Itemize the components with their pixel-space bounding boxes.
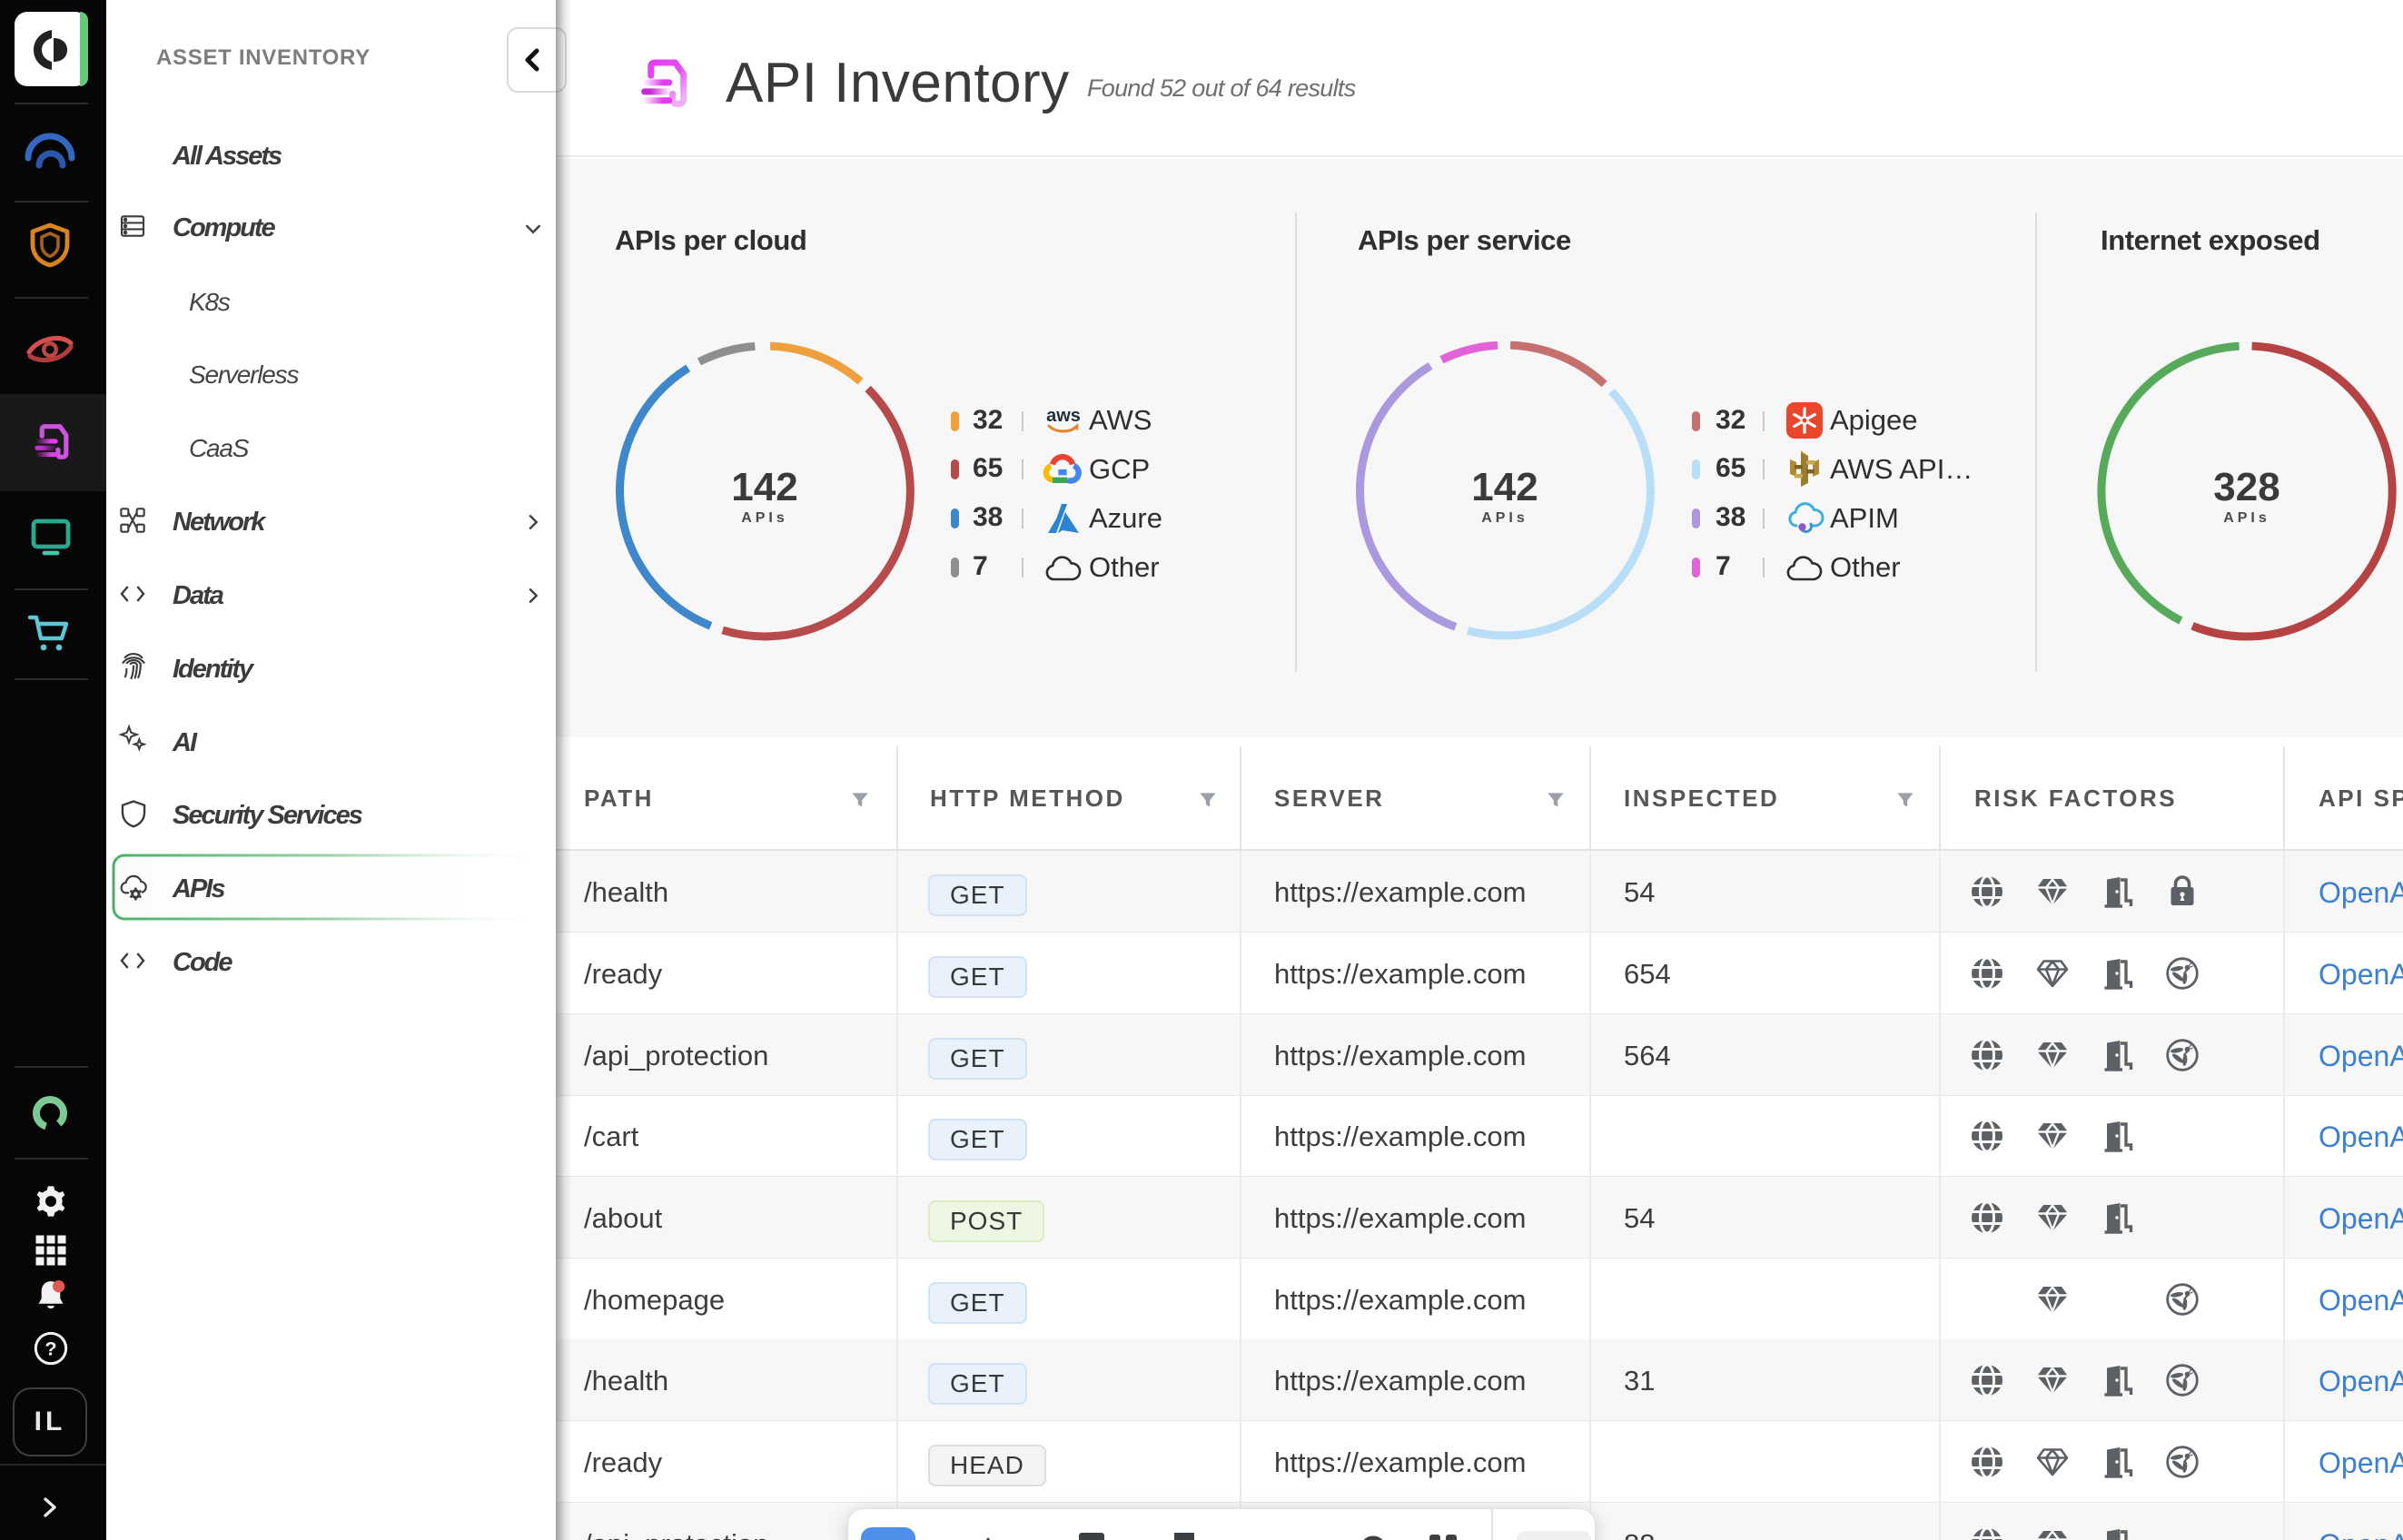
svg-text:?: ? [44, 1338, 56, 1360]
svg-text:aws: aws [1046, 406, 1081, 426]
